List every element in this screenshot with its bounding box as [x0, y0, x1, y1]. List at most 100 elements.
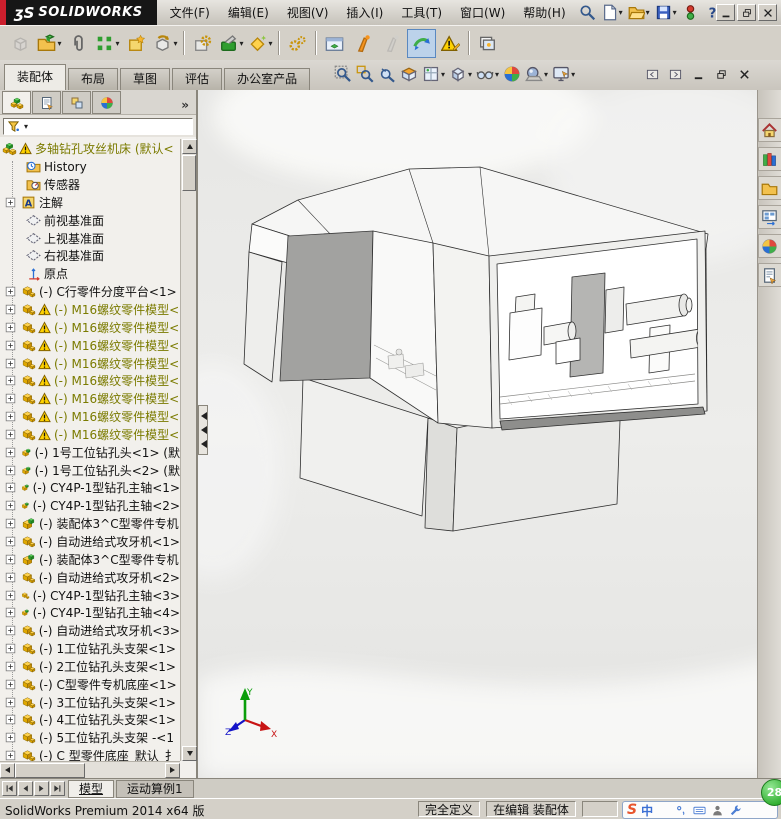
expand-plus-icon[interactable] — [5, 679, 16, 690]
featuremanager-tab[interactable] — [2, 91, 31, 114]
expand-plus-icon[interactable] — [5, 465, 16, 476]
expand-plus-icon[interactable] — [5, 429, 16, 440]
model-front-corner[interactable] — [432, 242, 493, 429]
propertymanager-tab[interactable] — [32, 91, 61, 114]
display-style-button[interactable]: ▾ — [448, 64, 473, 84]
tree-item[interactable]: (-) M16螺纹零件模型< — [0, 426, 180, 444]
tree-vertical-scrollbar[interactable] — [180, 139, 197, 761]
expand-plus-icon[interactable] — [5, 322, 16, 333]
command-tab-办公室产品[interactable]: 办公室产品 — [224, 68, 311, 90]
minimize-button[interactable] — [716, 4, 735, 21]
tree-item[interactable]: (-) M16螺纹零件模型< — [0, 354, 180, 372]
first-tab-button[interactable] — [2, 781, 17, 796]
dropdown-arrow-icon[interactable]: ▾ — [646, 8, 650, 17]
tree-item[interactable]: 前视基准面 — [0, 211, 180, 229]
dropdown-arrow-icon[interactable]: ▾ — [173, 39, 177, 48]
expand-plus-icon[interactable] — [5, 447, 16, 458]
tree-item[interactable]: (-) 自动进给式攻牙机<1> — [0, 533, 180, 551]
magnified-selection-button[interactable] — [377, 64, 397, 84]
hide-show-items-button[interactable]: ▾ — [475, 64, 500, 84]
ime-language-toggle[interactable]: 中 — [641, 802, 653, 819]
expand-plus-icon[interactable] — [5, 375, 16, 386]
edit-component-button[interactable] — [6, 29, 35, 58]
displaymanager-tab[interactable] — [92, 91, 121, 114]
expand-plus-icon[interactable] — [5, 643, 16, 654]
tree-horizontal-scrollbar[interactable] — [0, 761, 180, 778]
ime-account-icon[interactable] — [711, 804, 724, 817]
model-pedestal-side[interactable] — [424, 417, 458, 532]
expand-plus-icon[interactable] — [5, 411, 16, 422]
large-design-review-button[interactable] — [407, 28, 436, 58]
tree-item[interactable]: A 注解 — [0, 194, 180, 212]
take-snapshot-button[interactable] — [473, 29, 502, 58]
tree-item[interactable]: (-) 装配体3^C型零件专机 — [0, 515, 180, 533]
menu-3[interactable]: 视图(V) — [278, 0, 338, 25]
expand-plus-icon[interactable] — [5, 482, 16, 493]
view-settings-button[interactable]: ▾ — [551, 64, 576, 84]
tree-item[interactable]: 多轴钻孔攻丝机床 (默认< — [0, 140, 180, 158]
dropdown-arrow-icon[interactable]: ▾ — [57, 39, 61, 48]
doc-close-button[interactable] — [736, 67, 753, 82]
dropdown-arrow-icon[interactable]: ▾ — [441, 70, 445, 79]
expand-plus-icon[interactable] — [5, 518, 16, 529]
dropdown-arrow-icon[interactable]: ▾ — [673, 8, 677, 17]
open-button[interactable]: ▾ — [626, 2, 652, 23]
command-tab-装配体[interactable]: 装配体 — [4, 64, 67, 90]
expand-plus-icon[interactable] — [5, 500, 16, 511]
restore-button[interactable] — [737, 4, 756, 21]
expand-plus-icon[interactable] — [5, 286, 16, 297]
expand-plus-icon[interactable] — [5, 697, 16, 708]
tree-item[interactable]: (-) CY4P-1型钻孔主轴<3> — [0, 586, 180, 604]
filter-dropdown-icon[interactable]: ▾ — [24, 122, 28, 131]
menu-1[interactable]: 文件(F) — [161, 0, 219, 25]
ime-punctuation-icon[interactable] — [675, 804, 688, 817]
scroll-up-button[interactable] — [182, 139, 197, 154]
tree-item[interactable]: (-) M16螺纹零件模型< — [0, 390, 180, 408]
tree-item[interactable]: (-) 5工位钻孔头支架 -<1 — [0, 729, 180, 747]
solidworks-resources-tab[interactable] — [757, 118, 781, 142]
interference-detection-button[interactable] — [436, 29, 465, 58]
tree-item[interactable]: (-) M16螺纹零件模型< — [0, 318, 180, 336]
tree-item[interactable]: (-) CY4P-1型钻孔主轴<1> — [0, 479, 180, 497]
assembly-settings-button[interactable] — [283, 29, 312, 58]
next-tab-button[interactable] — [34, 781, 49, 796]
tree-item[interactable]: (-) M16螺纹零件模型< — [0, 301, 180, 319]
tree-item[interactable]: (-) 自动进给式攻牙机<2> — [0, 568, 180, 586]
zoom-to-fit-button[interactable] — [333, 64, 353, 84]
move-component-button[interactable]: ▾ — [151, 29, 180, 58]
scroll-thumb[interactable] — [182, 155, 196, 191]
tree-item[interactable]: (-) C 型零件底座_默认_扌 — [0, 747, 180, 761]
tree-item[interactable]: 右视基准面 — [0, 247, 180, 265]
model-viewport[interactable]: Y Z X — [198, 90, 781, 778]
expand-plus-icon[interactable] — [5, 304, 16, 315]
dropdown-arrow-icon[interactable]: ▾ — [571, 70, 575, 79]
tree-item[interactable]: 原点 — [0, 265, 180, 283]
menu-7[interactable]: 帮助(H) — [514, 0, 574, 25]
save-button[interactable]: ▾ — [653, 2, 679, 23]
expand-plus-icon[interactable] — [5, 572, 16, 583]
dropdown-arrow-icon[interactable]: ▾ — [544, 70, 548, 79]
expand-plus-icon[interactable] — [5, 197, 16, 208]
zoom-to-area-button[interactable] — [355, 64, 375, 84]
exploded-view-button[interactable] — [349, 29, 378, 58]
expand-plus-icon[interactable] — [5, 732, 16, 743]
expand-plus-icon[interactable] — [5, 554, 16, 565]
mate-button[interactable] — [64, 29, 93, 58]
expand-plus-icon[interactable] — [5, 340, 16, 351]
assembly-features-button[interactable] — [188, 29, 217, 58]
dropdown-arrow-icon[interactable]: ▾ — [619, 8, 623, 17]
sheet-tab-运动算例1[interactable]: 运动算例1 — [116, 779, 194, 798]
tree-item[interactable]: (-) CY4P-1型钻孔主轴<2> — [0, 497, 180, 515]
menu-5[interactable]: 工具(T) — [392, 0, 451, 25]
section-view-button[interactable] — [399, 64, 419, 84]
tree-item[interactable]: 上视基准面 — [0, 229, 180, 247]
tree-item[interactable]: (-) CY4P-1型钻孔主轴<4> — [0, 604, 180, 622]
expand-plus-icon[interactable] — [5, 536, 16, 547]
tree-item[interactable]: (-) 1工位钻孔头支架<1> — [0, 640, 180, 658]
command-tab-评估[interactable]: 评估 — [172, 68, 223, 90]
tree-item[interactable]: (-) 2工位钻孔头支架<1> — [0, 657, 180, 675]
expand-plus-icon[interactable] — [5, 661, 16, 672]
file-explorer-tab[interactable] — [757, 176, 781, 200]
tree-item[interactable]: (-) 自动进给式攻牙机<3> — [0, 622, 180, 640]
command-tab-草图[interactable]: 草图 — [120, 68, 171, 90]
